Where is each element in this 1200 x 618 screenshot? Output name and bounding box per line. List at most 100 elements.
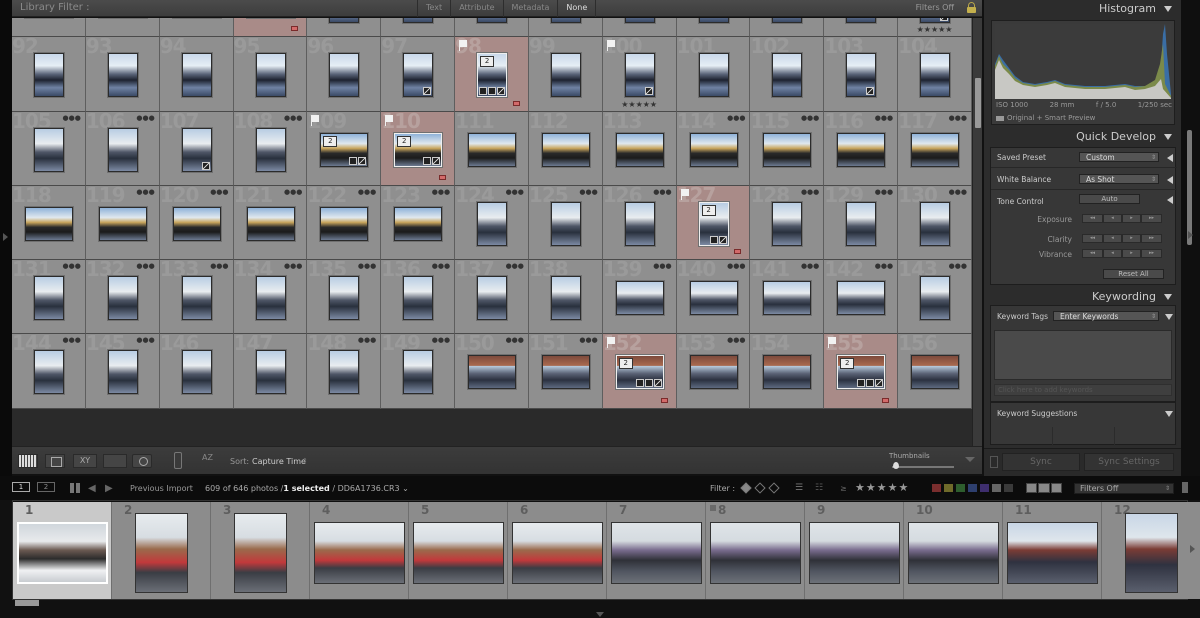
filmstrip-scroll-thumb[interactable]	[15, 600, 39, 606]
photo-thumbnail[interactable]	[477, 276, 508, 321]
filmstrip-thumbnail[interactable]	[234, 513, 287, 593]
collapse-triangle-icon[interactable]	[1164, 134, 1172, 140]
photo-thumbnail[interactable]	[403, 18, 434, 23]
color-label-filter-swatch[interactable]	[944, 484, 953, 492]
grid-scrollbar[interactable]	[972, 18, 982, 446]
pick-flag-icon[interactable]	[459, 40, 468, 52]
grid-cell[interactable]: 153 ●●●	[676, 334, 751, 409]
photo-thumbnail[interactable]	[615, 132, 664, 167]
edit-badge-icon[interactable]	[432, 156, 441, 165]
quick-develop-header[interactable]: Quick Develop	[984, 128, 1182, 146]
master-photos-filter-icon[interactable]: ☰	[795, 483, 803, 493]
pick-flag-icon[interactable]	[828, 337, 837, 349]
more-options-icon[interactable]: ●●●	[284, 188, 302, 196]
color-label-red[interactable]	[512, 100, 520, 106]
filmstrip-item[interactable]: 1	[13, 502, 112, 599]
more-options-icon[interactable]: ●●●	[210, 262, 228, 270]
sort-caret-icon[interactable]: ⇕	[302, 457, 308, 465]
more-options-icon[interactable]: ●●●	[506, 336, 524, 344]
filter-tab-metadata[interactable]: Metadata	[502, 0, 558, 17]
photo-thumbnail[interactable]	[255, 276, 286, 321]
grid-cell[interactable]: 122 ●●●	[307, 185, 382, 261]
exposure-increase[interactable]: ▸	[1122, 214, 1141, 223]
crop-badge-icon[interactable]	[644, 379, 653, 388]
photo-thumbnail[interactable]	[541, 355, 590, 390]
collapse-triangle-icon[interactable]	[1165, 314, 1173, 320]
filter-preset-select[interactable]: Filters Off	[916, 3, 954, 12]
photo-thumbnail[interactable]: 2	[320, 132, 369, 167]
photo-thumbnail[interactable]	[698, 18, 729, 23]
white-balance-select[interactable]: As Shot ⇕	[1079, 174, 1159, 184]
more-options-icon[interactable]: ●●●	[727, 262, 745, 270]
grid-cell[interactable]: 143 ●●●	[898, 260, 972, 335]
grid-cell[interactable]: 150 ●●●	[455, 334, 529, 409]
more-options-icon[interactable]: ●●●	[432, 262, 450, 270]
more-options-icon[interactable]: ●●●	[63, 336, 81, 344]
grid-cell[interactable]: 141 ●●●	[750, 260, 825, 335]
grid-cell[interactable]: 108 ●●●	[233, 111, 308, 186]
grid-cell[interactable]: 131 ●●●	[12, 260, 86, 335]
back-arrow-icon[interactable]: ◀	[88, 483, 96, 494]
photo-thumbnail[interactable]	[772, 18, 803, 23]
photo-thumbnail[interactable]	[181, 350, 212, 395]
keywording-header[interactable]: Keywording	[984, 288, 1182, 306]
photo-count[interactable]: 609 of 646 photos /1 selected / DD6A1736…	[205, 484, 409, 493]
grid-view-button[interactable]	[18, 454, 38, 468]
grid-cell[interactable]	[12, 18, 86, 38]
photo-thumbnail[interactable]	[911, 355, 960, 390]
filmstrip-item[interactable]: 4	[310, 502, 409, 599]
edit-badge-icon[interactable]	[866, 87, 875, 96]
grid-cell[interactable]	[455, 18, 529, 38]
more-options-icon[interactable]: ●●●	[875, 188, 893, 196]
filmstrip-item[interactable]: 7	[607, 502, 706, 599]
grid-cell[interactable]: 109 2	[307, 111, 382, 186]
photo-thumbnail[interactable]	[394, 206, 443, 241]
sort-direction-icon[interactable]: AZ	[202, 453, 213, 462]
color-label-red[interactable]	[882, 397, 890, 403]
more-options-icon[interactable]: ●●●	[210, 188, 228, 196]
more-options-icon[interactable]: ●●●	[63, 114, 81, 122]
grid-cell[interactable]: ★★★★★	[898, 18, 972, 38]
grid-cell[interactable]: 102	[750, 37, 825, 112]
sort-select[interactable]: Capture Time	[252, 457, 306, 466]
photo-thumbnail[interactable]	[181, 276, 212, 321]
photo-thumbnail[interactable]	[911, 132, 960, 167]
source-label[interactable]: Previous Import	[130, 484, 193, 493]
photo-thumbnail[interactable]	[624, 201, 655, 246]
photo-thumbnail[interactable]	[468, 355, 517, 390]
color-label-filter-swatch[interactable]	[932, 484, 941, 492]
grid-cell[interactable]: 117 ●●●	[898, 111, 972, 186]
filmstrip-thumbnail[interactable]	[512, 522, 603, 584]
grid-cell[interactable]: 151 ●●●	[528, 334, 603, 409]
color-label-filter-swatch[interactable]	[980, 484, 989, 492]
pick-flag-icon[interactable]	[606, 40, 615, 52]
filmstrip-scroll-right-icon[interactable]	[1190, 545, 1195, 553]
grid-cell[interactable]: 112	[528, 111, 603, 186]
grid-cell[interactable]: 100 ★★★★★	[602, 37, 677, 112]
right-panel-scrollbar[interactable]	[1181, 0, 1200, 476]
pick-flag-icon[interactable]	[385, 114, 394, 126]
color-label-red[interactable]	[660, 397, 668, 403]
grid-cell[interactable]: 111	[455, 111, 529, 186]
right-panel-scroll-thumb[interactable]	[1187, 130, 1192, 245]
photo-thumbnail[interactable]	[763, 281, 812, 316]
grid-icon[interactable]	[70, 483, 80, 493]
expand-triangle-icon[interactable]	[1167, 154, 1173, 162]
photo-thumbnail[interactable]	[25, 206, 73, 241]
color-label-filter-swatch[interactable]	[992, 484, 1001, 492]
exposure-increase-large[interactable]: ▸▸	[1141, 214, 1162, 223]
more-options-icon[interactable]: ●●●	[284, 114, 302, 122]
filmstrip-item[interactable]: 9	[805, 502, 904, 599]
photo-thumbnail[interactable]	[763, 355, 812, 390]
more-options-icon[interactable]: ●●●	[136, 336, 154, 344]
edit-badge-icon[interactable]	[653, 379, 662, 388]
main-window-button[interactable]: 1	[12, 482, 30, 492]
clarity-increase[interactable]: ▸	[1122, 234, 1141, 243]
grid-cell[interactable]: 152 2	[602, 334, 677, 409]
filmstrip-thumbnail[interactable]	[314, 522, 405, 584]
map-badge-icon[interactable]	[423, 156, 432, 165]
clarity-decrease-large[interactable]: ◂◂	[1082, 234, 1103, 243]
grid-cell[interactable]: 115 ●●●	[750, 111, 825, 186]
photo-thumbnail[interactable]	[181, 53, 212, 98]
keyword-tags-select[interactable]: Enter Keywords ⇕	[1053, 311, 1159, 321]
